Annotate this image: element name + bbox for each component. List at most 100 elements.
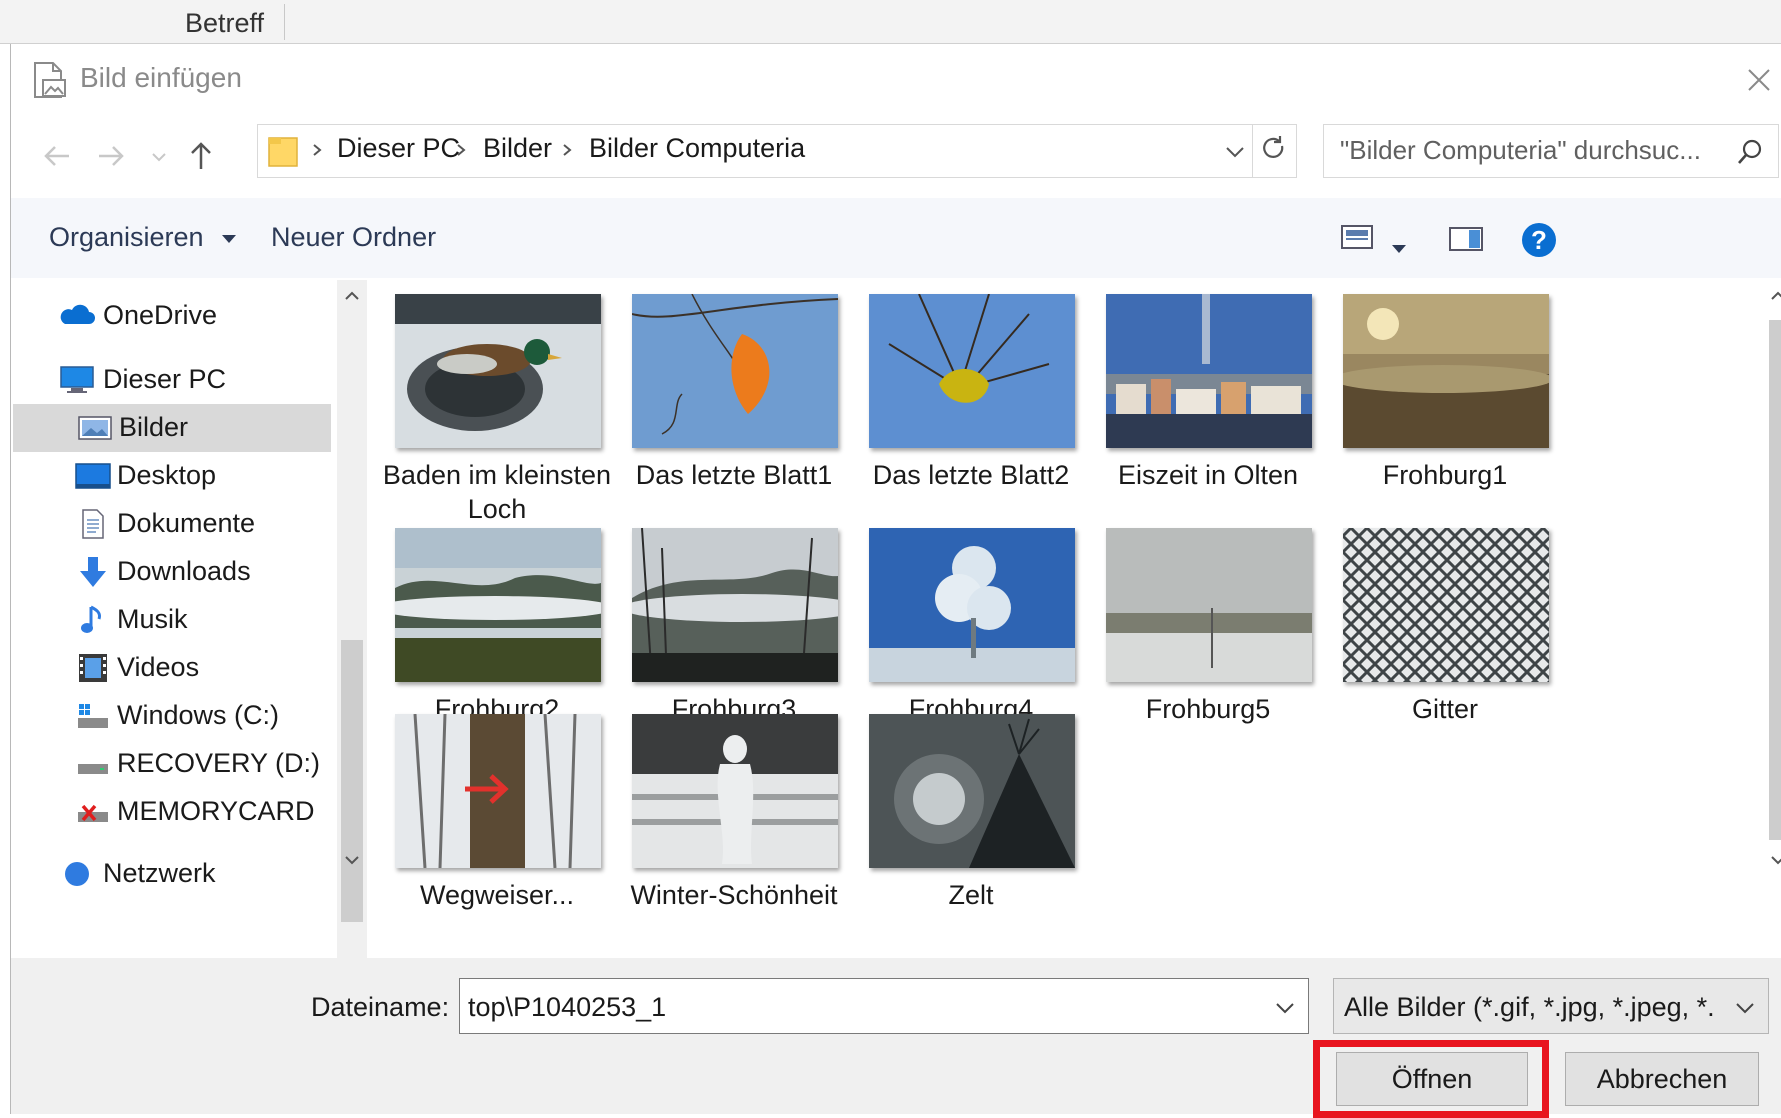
sidebar-item-pictures[interactable]: Bilder bbox=[13, 404, 331, 452]
sidebar-item-label: Downloads bbox=[117, 556, 251, 586]
drive-windows-icon bbox=[75, 700, 111, 732]
thumbnail-frost-tree bbox=[869, 528, 1075, 682]
breadcrumb-separator-icon bbox=[454, 139, 468, 161]
sidebar-item-recovery-drive[interactable]: RECOVERY (D:) bbox=[11, 740, 331, 788]
sidebar-item-downloads[interactable]: Downloads bbox=[11, 548, 331, 596]
address-dropdown-chevron-icon[interactable] bbox=[1222, 140, 1248, 164]
file-name: Wegweiser... bbox=[419, 880, 575, 910]
refresh-icon bbox=[1263, 136, 1284, 158]
address-bar[interactable]: Dieser PC Bilder Bilder Computeria bbox=[257, 124, 1297, 178]
forward-arrow-icon[interactable] bbox=[91, 136, 131, 176]
search-icon[interactable] bbox=[1736, 138, 1764, 166]
filename-field[interactable]: top\P1040253_1 bbox=[459, 978, 1309, 1034]
file-name: Das letzte Blatt2 bbox=[872, 460, 1070, 490]
breadcrumb-separator-icon bbox=[310, 139, 324, 161]
dropdown-triangle-icon bbox=[222, 235, 237, 243]
new-folder-button[interactable]: Neuer Ordner bbox=[271, 222, 436, 253]
file-name: Winter-Schönheit bbox=[630, 880, 838, 910]
desktop-icon bbox=[75, 460, 111, 492]
file-name: Eiszeit in Olten bbox=[1117, 460, 1299, 490]
file-type-value: Alle Bilder (*.gif, *.jpg, *.jpeg, *. bbox=[1344, 992, 1715, 1022]
up-arrow-icon[interactable] bbox=[181, 136, 221, 176]
insert-picture-icon bbox=[31, 60, 67, 100]
sidebar-item-label: Musik bbox=[117, 604, 188, 634]
refresh-button[interactable] bbox=[1252, 125, 1296, 177]
column-divider bbox=[284, 4, 285, 40]
organize-menu-button[interactable]: Organisieren bbox=[49, 222, 239, 253]
open-button-highlight-frame bbox=[1313, 1040, 1549, 1118]
file-name: Zelt bbox=[948, 880, 994, 910]
view-dropdown-triangle-icon[interactable] bbox=[1389, 232, 1409, 263]
sidebar-item-desktop[interactable]: Desktop bbox=[11, 452, 331, 500]
content-scrollbar[interactable] bbox=[1763, 280, 1781, 960]
file-name: Frohburg1 bbox=[1382, 460, 1508, 490]
sidebar-item-label: Windows (C:) bbox=[117, 700, 280, 730]
recent-locations-chevron-icon[interactable] bbox=[147, 136, 171, 176]
sidebar-item-windows-drive[interactable]: Windows (C:) bbox=[11, 692, 331, 740]
thumbnail-fog-field bbox=[1106, 528, 1312, 682]
preview-pane-icon[interactable] bbox=[1449, 226, 1483, 259]
file-type-chevron-icon[interactable] bbox=[1732, 997, 1758, 1019]
network-icon bbox=[59, 858, 95, 890]
sidebar-item-label: Bilder bbox=[119, 412, 189, 442]
file-name: Baden im kleinsten Loch bbox=[382, 460, 612, 524]
search-input[interactable]: "Bilder Computeria" durchsuc... bbox=[1340, 135, 1720, 166]
sidebar-item-label: Dokumente bbox=[117, 508, 256, 538]
scroll-up-icon[interactable] bbox=[337, 280, 367, 310]
download-arrow-icon bbox=[75, 556, 111, 588]
sidebar-item-this-pc[interactable]: Dieser PC bbox=[11, 356, 331, 404]
pictures-icon bbox=[77, 412, 113, 444]
sidebar-item-network[interactable]: Netzwerk bbox=[11, 850, 331, 898]
breadcrumb-pictures[interactable]: Bilder bbox=[483, 133, 552, 164]
search-box[interactable]: "Bilder Computeria" durchsuc... bbox=[1323, 124, 1779, 178]
thumbnail-duck bbox=[395, 294, 601, 448]
sidebar-item-documents[interactable]: Dokumente bbox=[11, 500, 331, 548]
filename-input[interactable]: top\P1040253_1 bbox=[468, 992, 666, 1023]
film-icon bbox=[75, 652, 111, 684]
breadcrumb-current-folder[interactable]: Bilder Computeria bbox=[589, 133, 805, 164]
sidebar-item-label: Dieser PC bbox=[103, 364, 227, 394]
thumbnail-tent bbox=[869, 714, 1075, 868]
drive-error-icon bbox=[75, 796, 111, 828]
navigation-scrollbar[interactable] bbox=[337, 280, 367, 960]
dialog-footer: Dateiname: top\P1040253_1 Alle Bilder (*… bbox=[11, 958, 1781, 1118]
help-icon[interactable]: ? bbox=[1521, 222, 1557, 265]
scroll-down-icon[interactable] bbox=[1763, 846, 1781, 876]
music-note-icon bbox=[75, 604, 111, 636]
view-options-icon[interactable] bbox=[1341, 224, 1373, 257]
computer-icon bbox=[59, 364, 95, 396]
dialog-title: Bild einfügen bbox=[80, 62, 242, 93]
close-icon[interactable] bbox=[1739, 60, 1779, 100]
drive-icon bbox=[75, 748, 111, 780]
file-type-select[interactable]: Alle Bilder (*.gif, *.jpg, *.jpeg, *. bbox=[1333, 978, 1769, 1034]
sidebar-item-label: OneDrive bbox=[103, 300, 218, 330]
breadcrumb-this-pc[interactable]: Dieser PC bbox=[337, 133, 460, 164]
scroll-down-icon[interactable] bbox=[337, 846, 367, 876]
file-thumbnail-grid: Baden im kleinsten Loch Das letzte Blatt… bbox=[371, 278, 1761, 958]
file-name: Gitter bbox=[1411, 694, 1478, 724]
file-name: Das letzte Blatt1 bbox=[635, 460, 833, 490]
thumbnail-fog-hills bbox=[632, 528, 838, 682]
scrollbar-thumb[interactable] bbox=[1769, 320, 1781, 840]
sidebar-item-label: Netzwerk bbox=[103, 858, 216, 888]
folder-icon bbox=[267, 134, 299, 168]
sidebar-item-videos[interactable]: Videos bbox=[11, 644, 331, 692]
breadcrumb-separator-icon bbox=[560, 139, 574, 161]
navigation-pane: OneDrive Dieser PC Bilder Desktop Dokume… bbox=[11, 278, 341, 958]
back-arrow-icon[interactable] bbox=[37, 136, 77, 176]
cancel-button[interactable]: Abbrechen bbox=[1565, 1052, 1759, 1106]
scrollbar-thumb[interactable] bbox=[341, 640, 363, 922]
documents-icon bbox=[75, 508, 111, 540]
background-window-header: Betreff bbox=[0, 0, 1781, 44]
thumbnail-leaf-yellow bbox=[869, 294, 1075, 448]
sidebar-item-memorycard[interactable]: MEMORYCARD bbox=[11, 788, 331, 836]
sidebar-item-music[interactable]: Musik bbox=[11, 596, 331, 644]
scroll-up-icon[interactable] bbox=[1763, 280, 1781, 310]
filename-label: Dateiname: bbox=[311, 992, 450, 1022]
sidebar-item-onedrive[interactable]: OneDrive bbox=[11, 292, 331, 340]
subject-column-label: Betreff bbox=[185, 8, 265, 38]
thumbnail-leaf-orange bbox=[632, 294, 838, 448]
thumbnail-city bbox=[1106, 294, 1312, 448]
filename-dropdown-chevron-icon[interactable] bbox=[1272, 997, 1298, 1019]
thumbnail-fog-landscape bbox=[395, 528, 601, 682]
